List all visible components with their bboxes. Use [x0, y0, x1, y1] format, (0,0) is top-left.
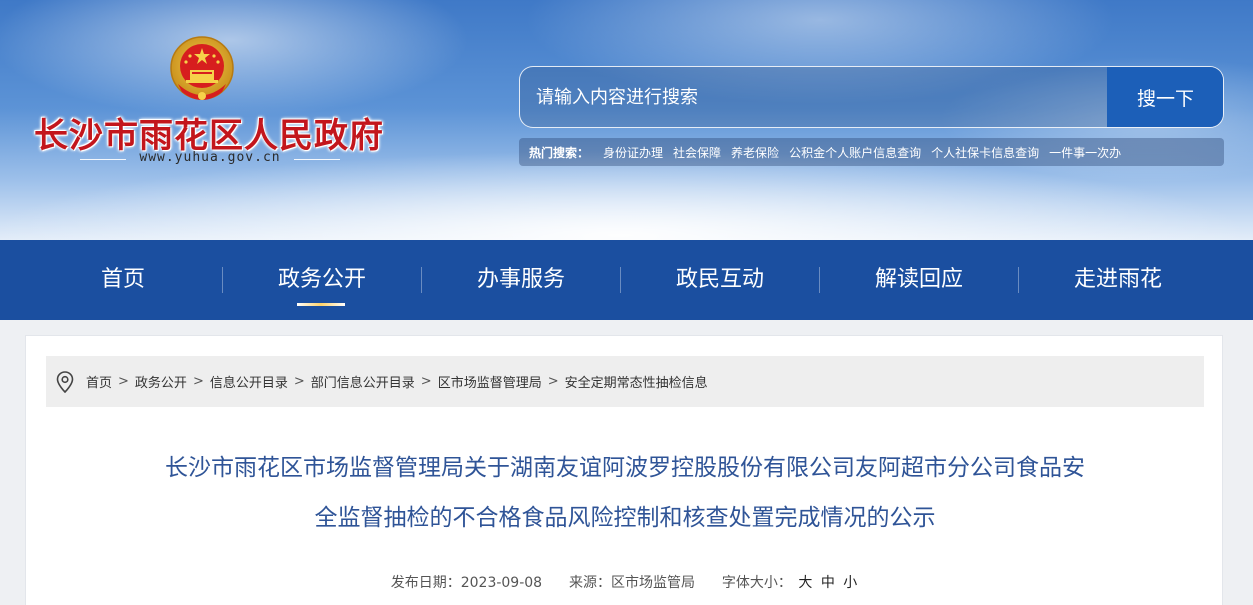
- font-size-large-button[interactable]: 大: [798, 572, 812, 592]
- breadcrumb-link[interactable]: 部门信息公开目录: [311, 372, 415, 391]
- url-divider-right: [294, 159, 340, 160]
- breadcrumb-separator: >: [118, 374, 129, 389]
- nav-item-interpretation[interactable]: 解读回应: [819, 240, 1019, 320]
- site-header: 长沙市雨花区人民政府 www.yuhua.gov.cn 搜一下 热门搜索： 身份…: [0, 0, 1253, 240]
- active-nav-indicator: [297, 303, 345, 306]
- article-title: 长沙市雨花区市场监督管理局关于湖南友谊阿波罗控股股份有限公司友阿超市分公司食品安…: [126, 443, 1124, 543]
- breadcrumb-separator: >: [547, 374, 559, 389]
- search-box: 搜一下: [519, 66, 1224, 128]
- site-url-block: www.yuhua.gov.cn: [60, 150, 360, 170]
- breadcrumb-current[interactable]: 安全定期常态性抽检信息: [565, 372, 708, 391]
- location-pin-icon: [56, 370, 74, 393]
- source-label: 来源：: [569, 575, 611, 591]
- article-title-line: 全监督抽检的不合格食品风险控制和核查处置完成情况的公示: [314, 505, 936, 531]
- font-size-label: 字体大小：: [721, 575, 792, 591]
- nav-item-interaction[interactable]: 政民互动: [620, 240, 820, 320]
- font-size-medium-button[interactable]: 中: [821, 572, 835, 592]
- hot-search-label: 热门搜索：: [529, 145, 590, 160]
- breadcrumb-separator: >: [420, 374, 432, 389]
- breadcrumb-separator: >: [293, 374, 305, 389]
- hot-search-link[interactable]: 社会保障: [673, 144, 721, 161]
- breadcrumb-link[interactable]: 政务公开: [135, 372, 187, 391]
- publish-date-label: 发布日期：: [390, 575, 461, 591]
- main-nav: 首页 政务公开 办事服务 政民互动 解读回应 走进雨花: [0, 240, 1253, 320]
- font-size-small-button[interactable]: 小: [843, 572, 857, 592]
- nav-item-about-yuhua[interactable]: 走进雨花: [1018, 240, 1218, 320]
- article-meta: 发布日期：2023-09-08 来源：区市场监管局 字体大小： 大 中 小: [26, 572, 1224, 592]
- hot-search-link[interactable]: 个人社保卡信息查询: [931, 144, 1039, 161]
- article-panel: 首页 > 政务公开 > 信息公开目录 > 部门信息公开目录 > 区市场监督管理局…: [25, 335, 1223, 605]
- site-url: www.yuhua.gov.cn: [139, 150, 281, 165]
- search-button[interactable]: 搜一下: [1107, 67, 1223, 127]
- hot-search-link[interactable]: 公积金个人账户信息查询: [789, 144, 921, 161]
- hot-search-link[interactable]: 养老保险: [731, 144, 779, 161]
- nav-item-services[interactable]: 办事服务: [421, 240, 621, 320]
- publish-date: 2023-09-08: [460, 575, 543, 591]
- nav-item-government-affairs[interactable]: 政务公开: [222, 240, 422, 320]
- breadcrumb-link[interactable]: 首页: [86, 372, 112, 391]
- article-title-line: 长沙市雨花区市场监督管理局关于湖南友谊阿波罗控股股份有限公司友阿超市分公司食品安: [165, 455, 1085, 481]
- hot-search-link[interactable]: 一件事一次办: [1049, 144, 1121, 161]
- breadcrumb-link[interactable]: 信息公开目录: [210, 372, 288, 391]
- source-value: 区市场监管局: [611, 575, 695, 591]
- url-divider-left: [80, 159, 126, 160]
- national-emblem-icon: [170, 36, 234, 100]
- search-input[interactable]: [520, 67, 1108, 127]
- hot-search-link[interactable]: 身份证办理: [603, 144, 663, 161]
- breadcrumb-separator: >: [192, 374, 204, 389]
- hot-search-bar: 热门搜索： 身份证办理 社会保障 养老保险 公积金个人账户信息查询 个人社保卡信…: [519, 138, 1224, 166]
- breadcrumb-link[interactable]: 区市场监督管理局: [438, 372, 542, 391]
- nav-item-home[interactable]: 首页: [23, 240, 223, 320]
- breadcrumb: 首页 > 政务公开 > 信息公开目录 > 部门信息公开目录 > 区市场监督管理局…: [46, 356, 1204, 407]
